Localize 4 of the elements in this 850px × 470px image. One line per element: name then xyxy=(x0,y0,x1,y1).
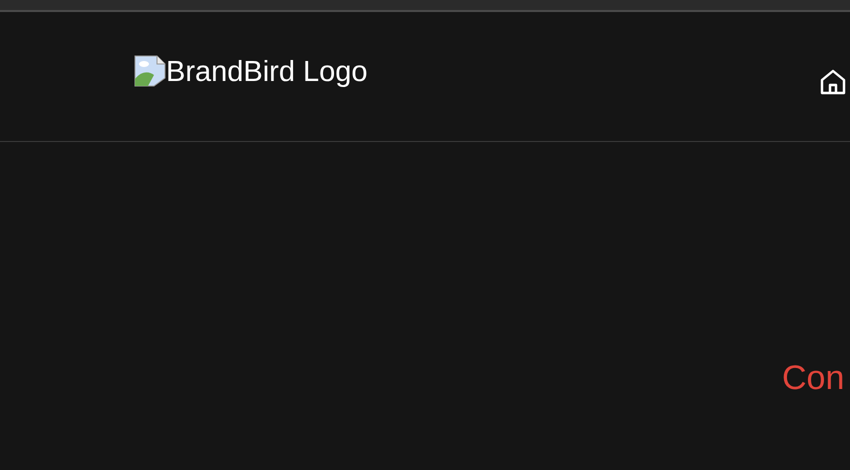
home-icon[interactable] xyxy=(819,68,847,96)
page-heading: Con xyxy=(782,358,846,399)
logo-alt-text: BrandBird Logo xyxy=(166,58,368,87)
broken-image-icon xyxy=(134,54,166,86)
